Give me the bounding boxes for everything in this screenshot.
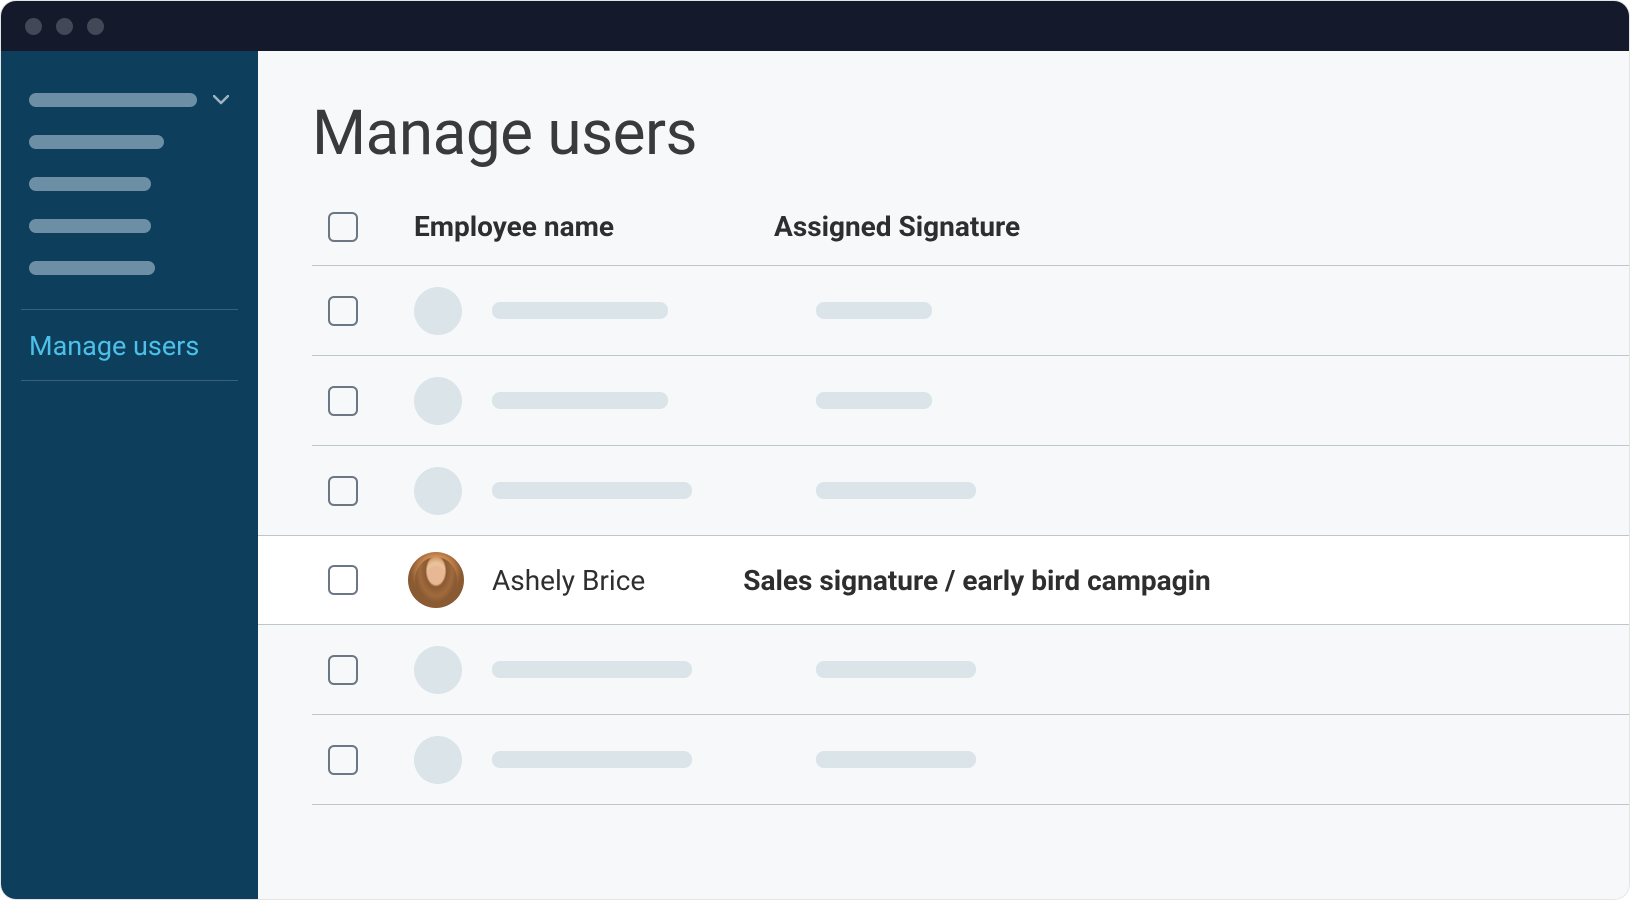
signature-placeholder [816, 482, 976, 499]
signature-placeholder [816, 392, 932, 409]
window-close-icon[interactable] [25, 18, 42, 35]
sidebar-item-placeholder[interactable] [29, 261, 230, 275]
signature-placeholder [816, 302, 932, 319]
sidebar-item-label-placeholder [29, 93, 197, 107]
table-row[interactable] [312, 446, 1629, 536]
column-header-name: Employee name [414, 210, 774, 243]
avatar-placeholder [414, 377, 462, 425]
employee-name-placeholder [492, 392, 756, 409]
sidebar-item-label-placeholder [29, 261, 155, 275]
sidebar: Manage users [1, 51, 258, 899]
select-all-checkbox[interactable] [328, 212, 358, 242]
row-checkbox[interactable] [328, 565, 358, 595]
window-titlebar [1, 1, 1629, 51]
users-table: Employee name Assigned Signature [312, 210, 1629, 805]
sidebar-section [1, 93, 258, 303]
row-checkbox[interactable] [328, 745, 358, 775]
row-checkbox[interactable] [328, 476, 358, 506]
column-header-signature: Assigned Signature [774, 210, 1629, 243]
app-window: Manage users Manage users Employee name … [0, 0, 1630, 900]
table-row-highlighted[interactable]: Ashely Brice Sales signature / early bir… [258, 535, 1629, 625]
avatar-placeholder [414, 287, 462, 335]
employee-name: Ashely Brice [492, 564, 645, 597]
assigned-signature: Sales signature / early bird campagin [743, 564, 1211, 597]
sidebar-item-label-placeholder [29, 177, 151, 191]
avatar-placeholder [414, 646, 462, 694]
window-maximize-icon[interactable] [87, 18, 104, 35]
employee-name-placeholder [492, 661, 756, 678]
avatar [408, 552, 464, 608]
table-row[interactable] [312, 625, 1629, 715]
employee-name-placeholder [492, 482, 756, 499]
avatar-placeholder [414, 736, 462, 784]
row-checkbox[interactable] [328, 386, 358, 416]
table-header-row: Employee name Assigned Signature [312, 210, 1629, 266]
sidebar-item-placeholder[interactable] [29, 177, 230, 191]
signature-placeholder [816, 661, 976, 678]
sidebar-item-manage-users[interactable]: Manage users [1, 310, 258, 380]
sidebar-item-placeholder[interactable] [29, 135, 230, 149]
row-checkbox[interactable] [328, 296, 358, 326]
main-content: Manage users Employee name Assigned Sign… [258, 51, 1629, 899]
sidebar-item-label-placeholder [29, 219, 151, 233]
chevron-down-icon [213, 95, 229, 105]
window-minimize-icon[interactable] [56, 18, 73, 35]
sidebar-item-label-placeholder [29, 135, 164, 149]
signature-placeholder [816, 751, 976, 768]
sidebar-item-placeholder[interactable] [29, 219, 230, 233]
table-row[interactable] [312, 356, 1629, 446]
avatar-placeholder [414, 467, 462, 515]
table-row[interactable] [312, 266, 1629, 356]
sidebar-item-placeholder[interactable] [29, 93, 230, 107]
employee-name-placeholder [492, 751, 756, 768]
employee-name-placeholder [492, 302, 756, 319]
sidebar-divider [21, 380, 238, 381]
table-row[interactable] [312, 715, 1629, 805]
row-checkbox[interactable] [328, 655, 358, 685]
page-title: Manage users [312, 97, 1629, 170]
app-body: Manage users Manage users Employee name … [1, 51, 1629, 899]
